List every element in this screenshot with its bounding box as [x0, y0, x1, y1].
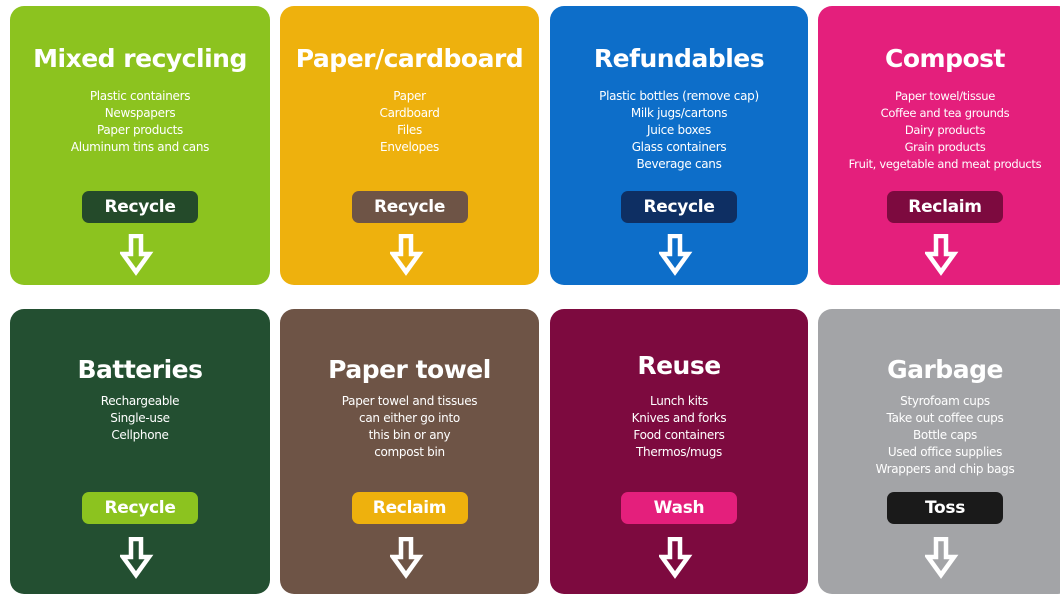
card-garbage: Garbage Styrofoam cups Take out coffee c…	[818, 309, 1060, 594]
list-item: Paper towel and tissues	[341, 394, 478, 408]
list-item: Wrappers and chip bags	[875, 462, 1015, 476]
action-badge-recycle: Recycle	[82, 492, 198, 524]
list-item: Plastic bottles (remove cap)	[599, 89, 759, 103]
list-item: Take out coffee cups	[886, 411, 1004, 425]
list-item: Aluminum tins and cans	[70, 140, 210, 154]
list-item: Paper	[393, 89, 426, 103]
list-item: Beverage cans	[636, 157, 722, 171]
card-title: Garbage	[887, 355, 1003, 384]
down-arrow-icon	[389, 537, 423, 579]
down-arrow-icon	[120, 234, 154, 276]
list-item: can either go into	[359, 411, 460, 425]
list-item: Glass containers	[631, 140, 727, 154]
item-list: Plastic containers Newspapers Paper prod…	[10, 88, 270, 156]
list-item: Knives and forks	[631, 411, 727, 425]
action-badge-reclaim: Reclaim	[351, 492, 468, 524]
card-batteries: Batteries Rechargeable Single-use Cellph…	[10, 309, 270, 594]
card-refundables: Refundables Plastic bottles (remove cap)…	[550, 6, 808, 285]
down-arrow-icon	[389, 234, 423, 276]
card-title: Paper towel	[328, 355, 491, 384]
list-item: Files	[397, 123, 422, 137]
list-item: Lunch kits	[650, 394, 708, 408]
item-list: Lunch kits Knives and forks Food contain…	[550, 393, 808, 461]
list-item: Grain products	[904, 140, 986, 154]
card-title: Reuse	[637, 351, 721, 380]
list-item: Milk jugs/cartons	[630, 106, 728, 120]
down-arrow-icon	[659, 234, 693, 276]
list-item: Cellphone	[111, 428, 169, 442]
item-list: Paper Cardboard Files Envelopes	[280, 88, 539, 156]
down-arrow-icon	[120, 537, 154, 579]
card-title: Mixed recycling	[33, 44, 247, 73]
card-compost: Compost Paper towel/tissue Coffee and te…	[818, 6, 1060, 285]
action-badge-recycle: Recycle	[82, 191, 198, 223]
down-arrow-icon	[659, 537, 693, 579]
list-item: compost bin	[374, 445, 445, 459]
list-item: Cardboard	[379, 106, 440, 120]
down-arrow-icon	[925, 537, 959, 579]
action-badge-wash: Wash	[621, 492, 737, 524]
list-item: Paper products	[96, 123, 183, 137]
list-item: Envelopes	[380, 140, 439, 154]
list-item: Plastic containers	[89, 89, 191, 103]
action-badge-toss: Toss	[887, 492, 1003, 524]
list-item: this bin or any	[368, 428, 451, 442]
card-paper-towel: Paper towel Paper towel and tissues can …	[280, 309, 539, 594]
card-mixed-recycling: Mixed recycling Plastic containers Newsp…	[10, 6, 270, 285]
down-arrow-icon	[925, 234, 959, 276]
card-paper-cardboard: Paper/cardboard Paper Cardboard Files En…	[280, 6, 539, 285]
list-item: Paper towel/tissue	[895, 89, 995, 103]
list-item: Dairy products	[904, 123, 986, 137]
item-list: Plastic bottles (remove cap) Milk jugs/c…	[550, 88, 808, 173]
action-badge-recycle: Recycle	[351, 191, 468, 223]
list-item: Coffee and tea grounds	[880, 106, 1010, 120]
list-item: Juice boxes	[647, 123, 711, 137]
item-list: Styrofoam cups Take out coffee cups Bott…	[818, 393, 1060, 478]
card-title: Compost	[885, 44, 1005, 73]
card-title: Batteries	[77, 355, 203, 384]
list-item: Newspapers	[104, 106, 176, 120]
list-item: Rechargeable	[100, 394, 180, 408]
item-list: Rechargeable Single-use Cellphone	[10, 393, 270, 444]
card-title: Paper/cardboard	[295, 44, 524, 73]
list-item: Single-use	[110, 411, 170, 425]
list-item: Styrofoam cups	[900, 394, 990, 408]
item-list: Paper towel/tissue Coffee and tea ground…	[818, 88, 1060, 173]
card-title: Refundables	[593, 44, 765, 73]
action-badge-reclaim: Reclaim	[887, 191, 1003, 223]
action-badge-recycle: Recycle	[621, 191, 737, 223]
list-item: Used office supplies	[887, 445, 1003, 459]
item-list: Paper towel and tissues can either go in…	[280, 393, 539, 461]
list-item: Thermos/mugs	[636, 445, 722, 459]
list-item: Food containers	[633, 428, 725, 442]
list-item: Fruit, vegetable and meat products	[848, 157, 1042, 171]
card-reuse: Reuse Lunch kits Knives and forks Food c…	[550, 309, 808, 594]
list-item: Bottle caps	[912, 428, 978, 442]
